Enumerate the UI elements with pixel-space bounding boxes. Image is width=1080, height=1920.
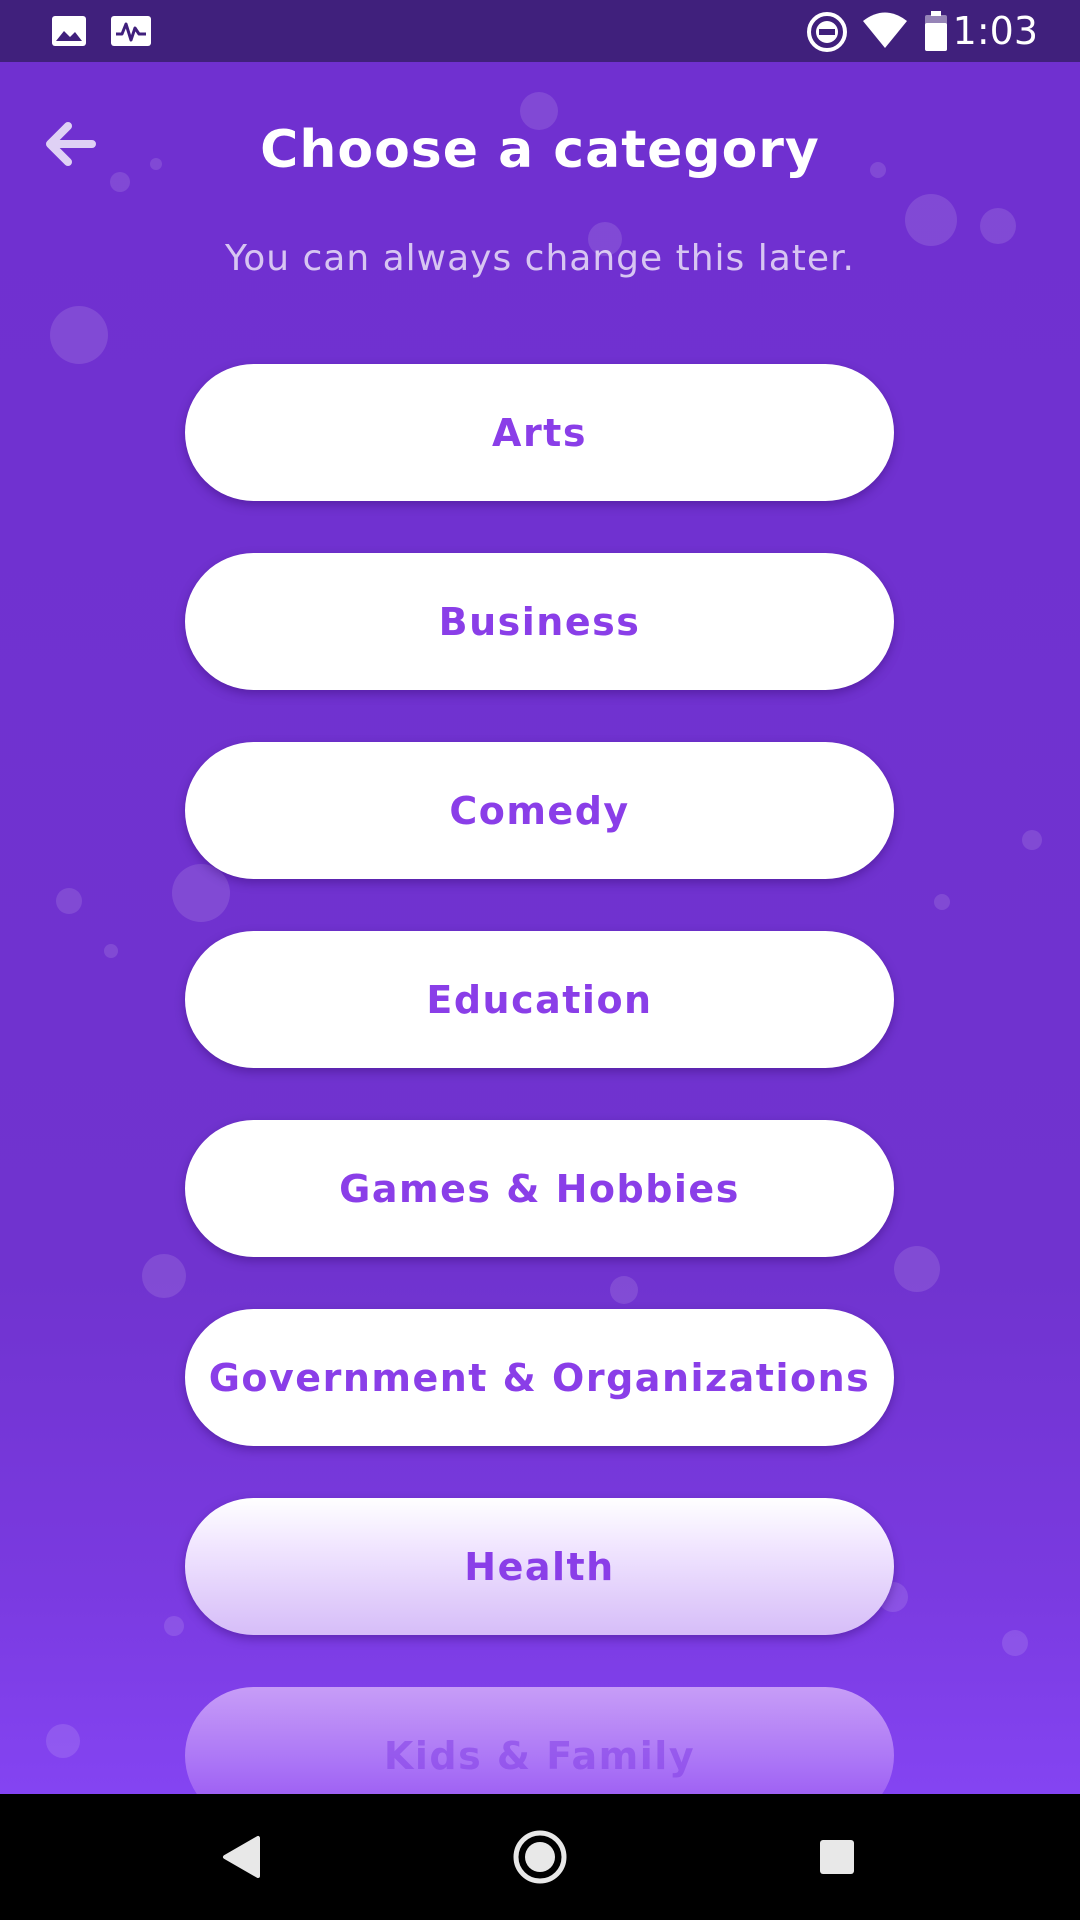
nav-home-button[interactable] bbox=[507, 1824, 573, 1890]
do-not-disturb-icon bbox=[807, 12, 847, 52]
status-time: 1:03 bbox=[952, 9, 1038, 53]
status-bar: 1:03 bbox=[0, 0, 1080, 62]
decorative-bubble bbox=[164, 1616, 184, 1636]
decorative-bubble bbox=[894, 1246, 940, 1292]
category-label: Health bbox=[464, 1544, 615, 1589]
category-button-health[interactable]: Health bbox=[185, 1498, 894, 1635]
category-label: Arts bbox=[492, 410, 587, 455]
category-button-arts[interactable]: Arts bbox=[185, 364, 894, 501]
activity-icon bbox=[111, 16, 151, 46]
category-button-business[interactable]: Business bbox=[185, 553, 894, 690]
category-label: Comedy bbox=[449, 788, 630, 833]
decorative-bubble bbox=[50, 306, 108, 364]
decorative-bubble bbox=[1002, 1630, 1028, 1656]
page-subtitle: You can always change this later. bbox=[224, 238, 855, 279]
category-label: Kids & Family bbox=[383, 1733, 696, 1778]
category-screen: Choose a category You can always change … bbox=[0, 62, 1080, 1794]
screen: 1:03 Choose a category You can always ch… bbox=[0, 0, 1080, 1920]
category-list: Arts Business Comedy Education Games & H… bbox=[185, 364, 894, 1794]
image-icon bbox=[52, 16, 86, 46]
battery-icon bbox=[925, 11, 947, 51]
category-label: Government & Organizations bbox=[208, 1355, 871, 1400]
home-circle-icon bbox=[513, 1830, 567, 1884]
decorative-bubble bbox=[104, 944, 118, 958]
category-button-education[interactable]: Education bbox=[185, 931, 894, 1068]
category-label: Business bbox=[438, 599, 641, 644]
category-label: Education bbox=[426, 977, 653, 1022]
category-button-comedy[interactable]: Comedy bbox=[185, 742, 894, 879]
back-triangle-icon bbox=[223, 1836, 260, 1878]
decorative-bubble bbox=[1022, 830, 1042, 850]
recents-square-icon bbox=[820, 1840, 854, 1874]
category-button-government-organizations[interactable]: Government & Organizations bbox=[185, 1309, 894, 1446]
category-label: Games & Hobbies bbox=[339, 1166, 740, 1211]
navigation-bar bbox=[0, 1794, 1080, 1920]
decorative-bubble bbox=[142, 1254, 186, 1298]
decorative-bubble bbox=[56, 888, 82, 914]
nav-recents-button[interactable] bbox=[804, 1824, 870, 1890]
decorative-bubble bbox=[46, 1724, 80, 1758]
page-title: Choose a category bbox=[260, 120, 820, 180]
wifi-icon bbox=[863, 12, 907, 48]
category-button-games-hobbies[interactable]: Games & Hobbies bbox=[185, 1120, 894, 1257]
decorative-bubble bbox=[934, 894, 950, 910]
nav-back-button[interactable] bbox=[208, 1824, 274, 1890]
category-button-kids-family[interactable]: Kids & Family bbox=[185, 1687, 894, 1794]
